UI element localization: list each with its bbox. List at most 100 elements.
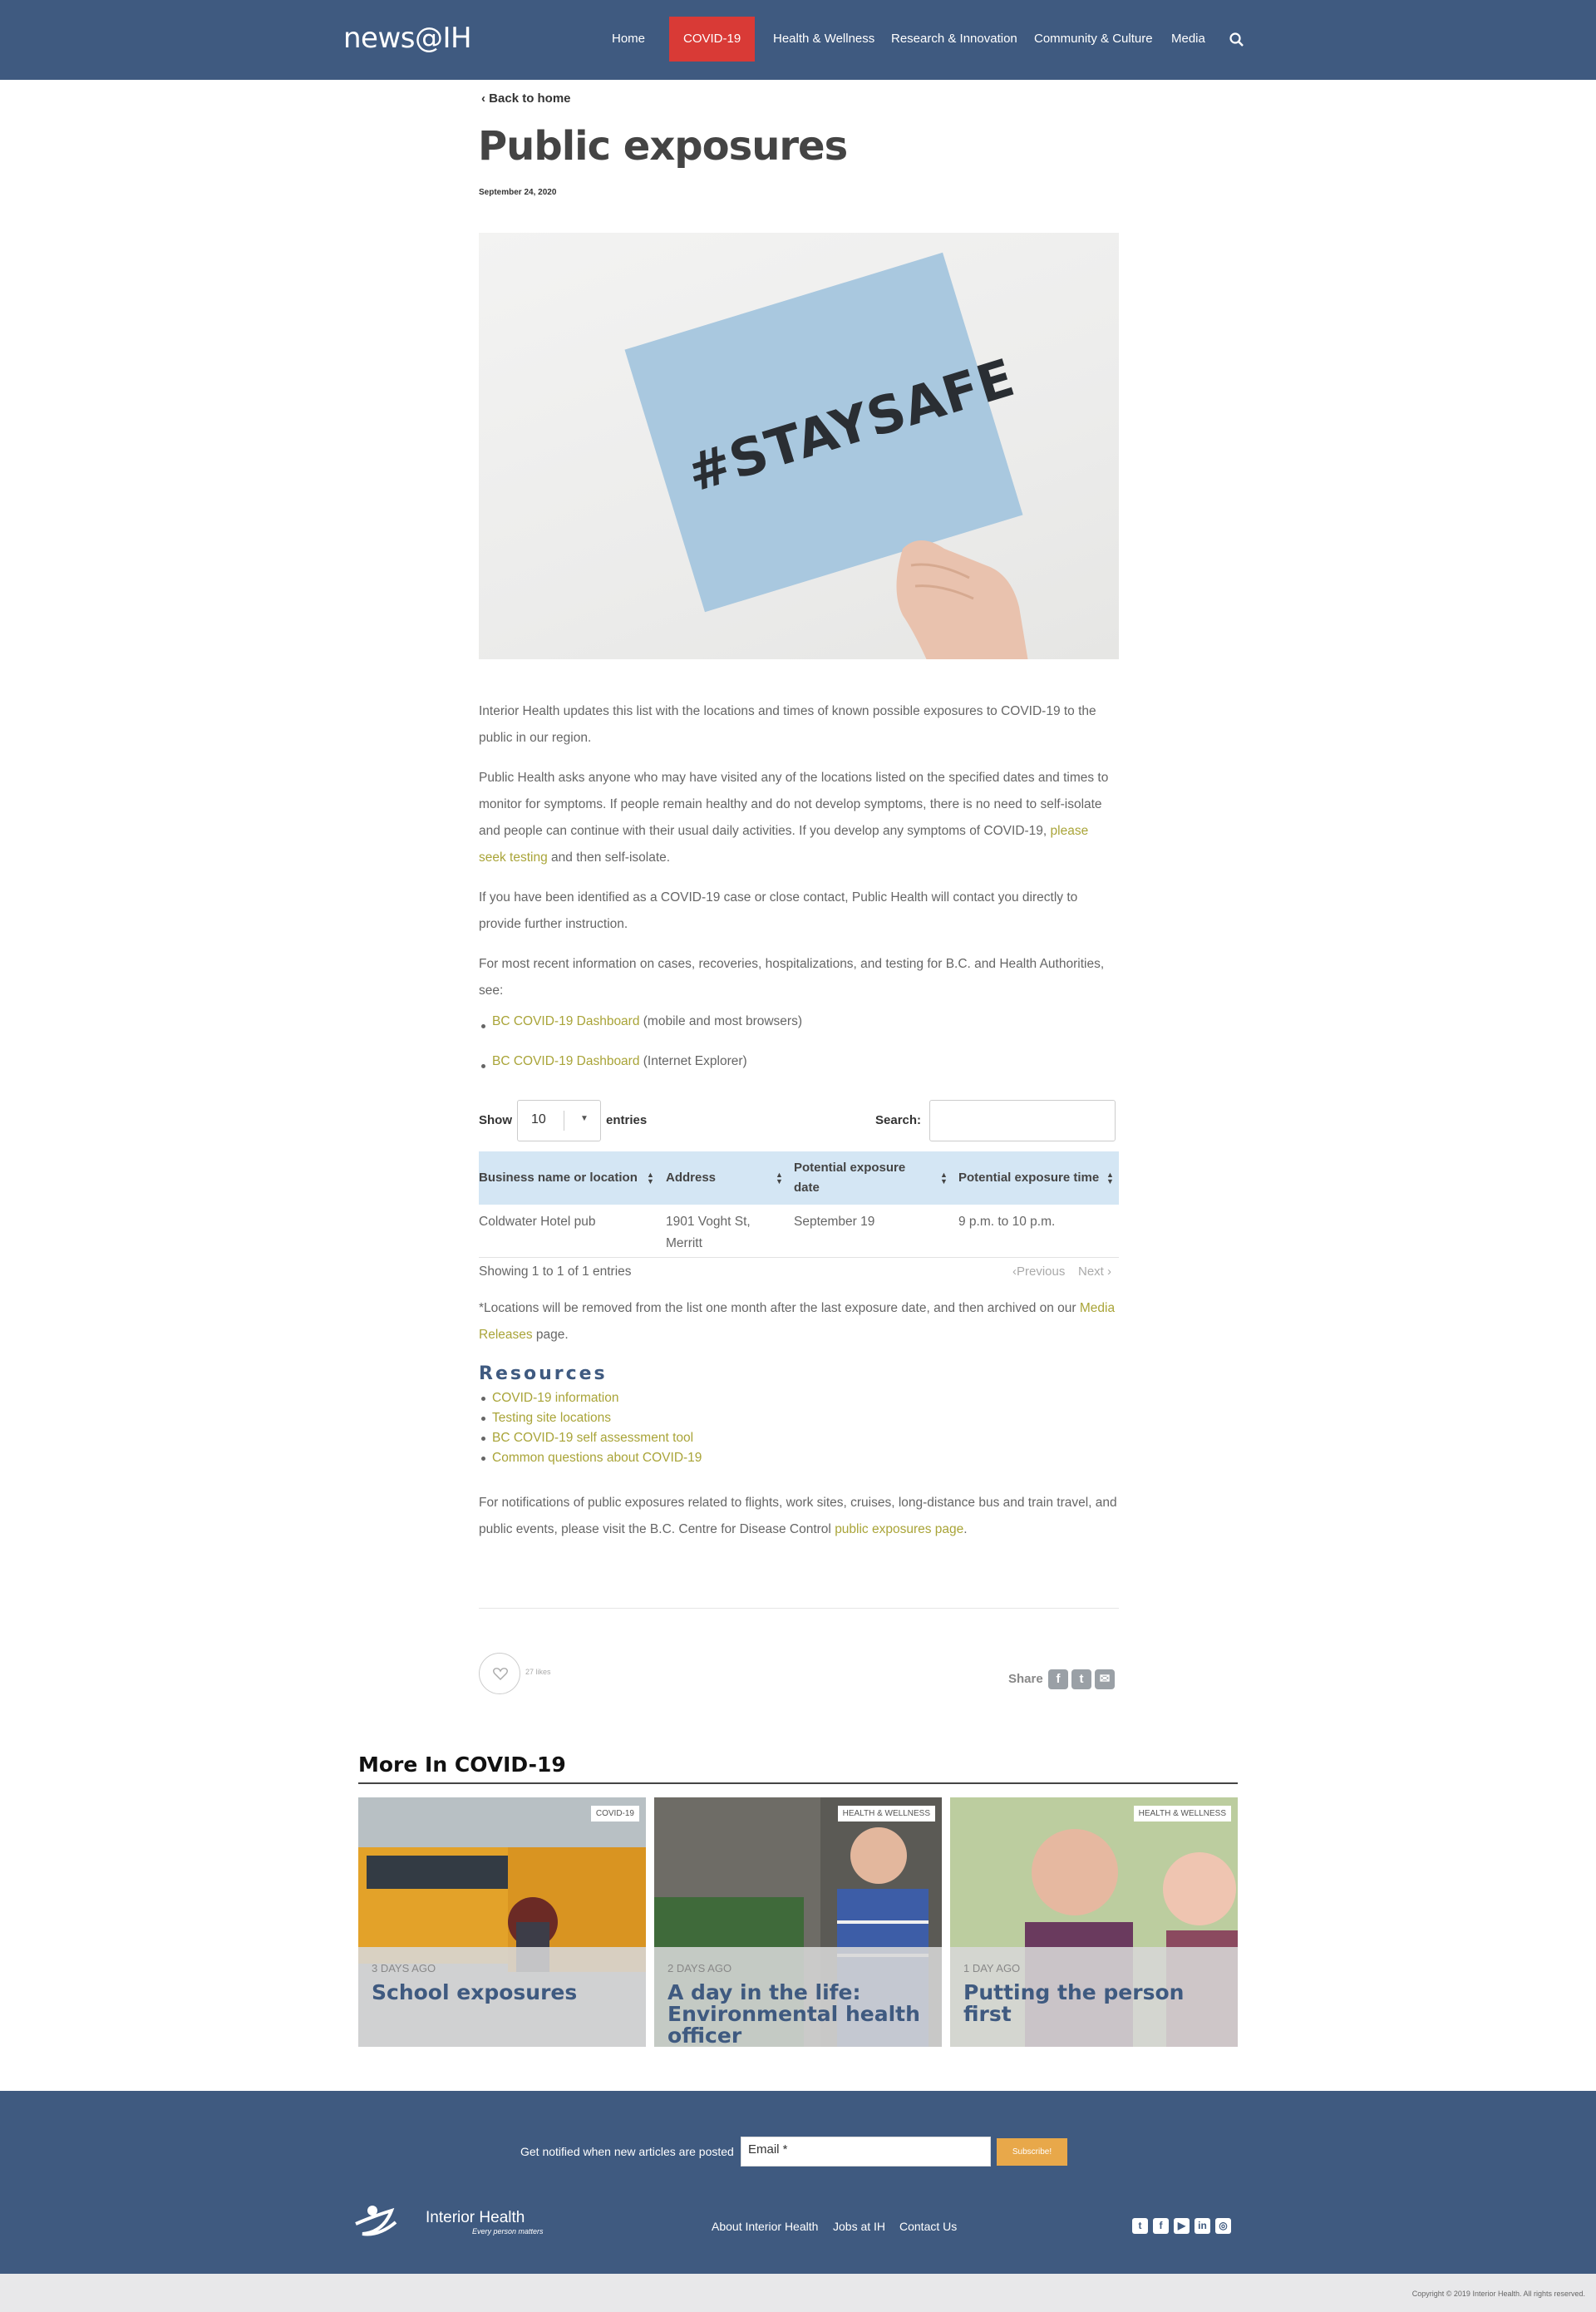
entries-select[interactable]: 10 ▼ xyxy=(517,1100,601,1141)
footer xyxy=(0,2091,1596,2274)
about-ih-link[interactable]: About Interior Health xyxy=(712,2220,818,2233)
share-label: Share xyxy=(1008,1672,1043,1686)
category-badge: COVID-19 xyxy=(590,1806,639,1822)
top-navbar: news@IH Home COVID-19 Health & Wellness … xyxy=(0,0,1596,80)
resource-link[interactable]: Testing site locations xyxy=(492,1411,611,1425)
article-tile[interactable]: HEALTH & WELLNESS 2 DAYS AGO A day in th… xyxy=(654,1797,942,2047)
nav-covid-19[interactable]: COVID-19 xyxy=(669,17,756,62)
next-button[interactable]: Next › xyxy=(1078,1262,1111,1282)
bccdc-paragraph: For notifications of public exposures re… xyxy=(479,1496,1117,1536)
search-icon[interactable] xyxy=(1229,32,1245,48)
article-tile[interactable]: COVID-19 3 DAYS AGO School exposures xyxy=(358,1797,646,2047)
tile-date: 1 DAY AGO xyxy=(963,1962,1021,1974)
list-item: Common questions about COVID-19 xyxy=(479,1448,702,1468)
hand-image xyxy=(896,540,1028,659)
hero-image: #STAYSAFE xyxy=(479,233,1119,659)
staysafe-text: #STAYSAFE xyxy=(680,347,1022,505)
instagram-icon[interactable]: ◎ xyxy=(1215,2218,1231,2234)
nav-home[interactable]: Home xyxy=(612,17,645,62)
nav-research-innovation[interactable]: Research & Innovation xyxy=(891,17,1017,62)
nav-community-culture[interactable]: Community & Culture xyxy=(1034,17,1153,62)
chevron-down-icon: ▼ xyxy=(580,1114,589,1123)
sort-icon[interactable]: ▲ ▼ xyxy=(940,1171,948,1186)
resources-list: COVID-19 information Testing site locati… xyxy=(479,1388,702,1468)
removal-note-paragraph: *Locations will be removed from the list… xyxy=(479,1301,1116,1342)
tile-date: 3 DAYS AGO xyxy=(372,1962,436,1974)
jobs-link[interactable]: Jobs at IH xyxy=(833,2220,885,2233)
table-search-input[interactable] xyxy=(929,1100,1116,1141)
list-item: BC COVID-19 Dashboard (Internet Explorer… xyxy=(479,1054,1119,1069)
facebook-icon[interactable]: f xyxy=(1048,1669,1068,1689)
likes-count: 27 likes xyxy=(525,1668,551,1676)
show-label: Show xyxy=(479,1113,512,1127)
article-date: September 24, 2020 xyxy=(479,188,557,197)
category-badge: HEALTH & WELLNESS xyxy=(1133,1806,1231,1822)
tile-title[interactable]: A day in the life: Environmental health … xyxy=(667,1982,933,2047)
chevron-left-icon: ‹ xyxy=(481,91,490,106)
dashboard-link[interactable]: BC COVID-19 Dashboard xyxy=(492,1054,639,1068)
sort-icon[interactable]: ▲ ▼ xyxy=(647,1171,654,1186)
time-cell: 9 p.m. to 10 p.m. xyxy=(958,1215,1056,1229)
table-row: Coldwater Hotel pub 1901 Voght St, Merri… xyxy=(479,1205,1119,1258)
interior-health-logo[interactable]: Interior Health Every person matters xyxy=(354,2199,545,2246)
date-cell: September 19 xyxy=(794,1215,875,1229)
like-button[interactable] xyxy=(479,1653,520,1694)
symptoms-paragraph: Public Health asks anyone who may have v… xyxy=(479,771,1109,865)
nav-media[interactable]: Media xyxy=(1171,17,1205,62)
contact-paragraph: If you have been identified as a COVID-1… xyxy=(479,890,1078,931)
column-exposure-date[interactable]: Potential exposure date xyxy=(794,1151,927,1205)
tile-date: 2 DAYS AGO xyxy=(667,1962,732,1974)
resource-link[interactable]: COVID-19 information xyxy=(492,1391,618,1405)
tile-title[interactable]: School exposures xyxy=(372,1982,638,2004)
contact-link[interactable]: Contact Us xyxy=(899,2220,957,2233)
email-icon[interactable]: ✉ xyxy=(1095,1669,1115,1689)
copyright: Copyright © 2019 Interior Health. All ri… xyxy=(1411,2290,1585,2298)
dashboard-list: BC COVID-19 Dashboard (Internet Explorer… xyxy=(479,1054,1119,1069)
divider xyxy=(479,1608,1119,1609)
column-business[interactable]: Business name or location xyxy=(479,1151,645,1205)
notify-label: Get notified when new articles are poste… xyxy=(520,2145,734,2158)
heart-icon xyxy=(493,1668,508,1680)
email-field[interactable]: Email * xyxy=(741,2137,991,2167)
nav-health-wellness[interactable]: Health & Wellness xyxy=(773,17,874,62)
logo-name: Interior Health xyxy=(426,2209,525,2226)
subscribe-button[interactable]: Subscribe! xyxy=(997,2138,1067,2166)
back-to-home-link[interactable]: ‹ Back to home xyxy=(481,91,571,106)
column-address[interactable]: Address xyxy=(666,1151,782,1205)
youtube-icon[interactable]: ▶ xyxy=(1174,2218,1190,2234)
column-exposure-time[interactable]: Potential exposure time xyxy=(958,1151,1108,1205)
twitter-icon[interactable]: t xyxy=(1071,1669,1091,1689)
category-badge: HEALTH & WELLNESS xyxy=(837,1806,935,1822)
page-title: Public exposures xyxy=(478,123,848,170)
site-logo[interactable]: news@IH xyxy=(343,22,472,55)
dashboard-intro-paragraph: For most recent information on cases, re… xyxy=(479,957,1105,998)
table-info: Showing 1 to 1 of 1 entries xyxy=(479,1264,632,1279)
more-in-heading: More In COVID-19 xyxy=(358,1752,566,1777)
bottom-bar xyxy=(0,2274,1596,2312)
chevron-right-icon: › xyxy=(1103,1264,1112,1279)
list-item: BC COVID-19 self assessment tool xyxy=(479,1428,702,1448)
resources-heading: Resources xyxy=(479,1363,608,1384)
resource-link[interactable]: Common questions about COVID-19 xyxy=(492,1451,702,1465)
list-item: Testing site locations xyxy=(479,1408,702,1428)
article-tile[interactable]: HEALTH & WELLNESS 1 DAY AGO Putting the … xyxy=(950,1797,1238,2047)
list-item: BC COVID-19 Dashboard (mobile and most b… xyxy=(479,1014,1119,1029)
previous-button[interactable]: ‹Previous xyxy=(1012,1262,1065,1282)
location-link[interactable]: Coldwater Hotel pub xyxy=(479,1211,595,1233)
intro-paragraph: Interior Health updates this list with t… xyxy=(479,704,1096,745)
tile-title[interactable]: Putting the person first xyxy=(963,1982,1229,2025)
linkedin-icon[interactable]: in xyxy=(1195,2218,1210,2234)
table-header: Business name or location ▲ ▼ Address ▲ ▼ … xyxy=(479,1151,1119,1205)
search-label: Search: xyxy=(875,1113,922,1127)
dashboard-link[interactable]: BC COVID-19 Dashboard xyxy=(492,1014,639,1028)
logo-tagline: Every person matters xyxy=(472,2227,544,2236)
dashboard-list: BC COVID-19 Dashboard (mobile and most b… xyxy=(479,1014,1119,1029)
public-exposures-link[interactable]: public exposures page xyxy=(835,1522,963,1536)
sort-icon[interactable]: ▲ ▼ xyxy=(776,1171,783,1186)
list-item: COVID-19 information xyxy=(479,1388,702,1408)
facebook-icon[interactable]: f xyxy=(1153,2218,1169,2234)
resource-link[interactable]: BC COVID-19 self assessment tool xyxy=(492,1431,693,1445)
entries-label: entries xyxy=(606,1113,648,1127)
sort-icon[interactable]: ▲ ▼ xyxy=(1106,1171,1114,1186)
twitter-icon[interactable]: t xyxy=(1132,2218,1148,2234)
